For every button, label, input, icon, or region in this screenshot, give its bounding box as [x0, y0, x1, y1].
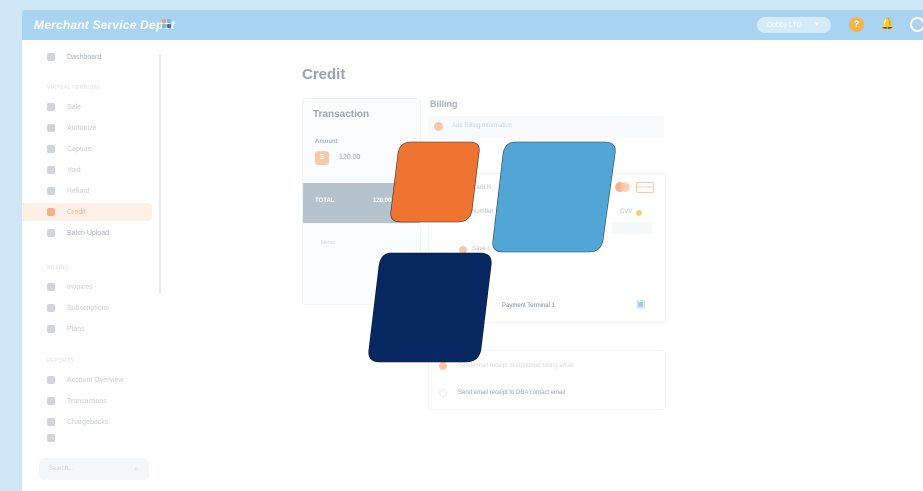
authorize-icon — [47, 124, 55, 132]
section-label-virtual-terminal: VIRTUAL TERMINAL — [47, 85, 101, 91]
billing-title: Billing — [430, 99, 458, 109]
sidebar-item-label: Invoices — [67, 283, 93, 291]
page-title: Credit — [302, 66, 346, 83]
receipt-dba-label: Send email receipt to DBA contact email — [458, 390, 566, 396]
sidebar-item-label: Plans — [67, 325, 85, 333]
sidebar-item-sale[interactable]: Sale — [22, 98, 152, 116]
amount-label: Amount — [315, 139, 338, 145]
more-icon — [47, 434, 55, 442]
sidebar-item-label: Credit — [67, 208, 86, 216]
sidebar-scrollbar[interactable] — [159, 54, 161, 294]
chevron-down-icon: ▼ — [813, 22, 820, 28]
list-icon — [47, 397, 55, 405]
sidebar-item-authorize[interactable]: Authorize — [22, 119, 152, 137]
sidebar-item-refund[interactable]: Refund — [22, 182, 152, 200]
sidebar-item-label: Capture — [67, 145, 92, 153]
discover-icon: DISCOVER — [636, 182, 654, 193]
search-icon: ⌕ — [134, 464, 139, 473]
void-icon — [47, 166, 55, 174]
amount-input[interactable]: 120.00 — [339, 154, 360, 161]
sidebar-item-label: Sale — [67, 103, 82, 111]
brand-name[interactable]: Merchant Service Depot — [34, 18, 175, 32]
sidebar-item-account-overview[interactable]: Account Overview — [22, 371, 152, 389]
invoice-icon — [47, 283, 55, 291]
org-selector-label: Dobby LTD — [767, 21, 802, 29]
total-value: 120.00 — [373, 198, 392, 204]
capture-icon — [47, 145, 55, 153]
section-label-reports: REPORTS — [47, 358, 74, 364]
transaction-title: Transaction — [313, 109, 370, 120]
sidebar-item-label: Chargebacks — [67, 418, 109, 426]
sidebar-item-credit[interactable]: Credit — [22, 203, 152, 221]
sidebar-item-label: Authorize — [67, 124, 97, 132]
sidebar-item-label: Dashboard — [67, 53, 102, 61]
total-label: TOTAL — [315, 198, 335, 204]
sidebar-item-label: Account Overview — [67, 376, 124, 384]
sidebar-item-label: Transactions — [67, 397, 107, 405]
card-number-label: Number — [472, 209, 494, 215]
app-window: Merchant Service Depot Dobby LTD ▼ ? 🔔 D… — [22, 10, 923, 491]
sale-icon — [47, 103, 55, 111]
bell-icon[interactable]: 🔔 — [880, 17, 895, 32]
sidebar-item-plans[interactable]: Plans — [22, 320, 152, 338]
question-icon[interactable]: ? — [849, 17, 864, 32]
sidebar-item-label: Subscriptions — [67, 304, 110, 312]
sidebar-item-capture[interactable]: Capture — [22, 140, 152, 158]
memo-placeholder: Memo — [321, 240, 335, 246]
home-icon — [47, 53, 55, 61]
sidebar-item-label: Refund — [67, 187, 90, 195]
add-billing-info-button[interactable]: Add Billing Information — [428, 116, 664, 138]
cvv-label: CVV — [620, 209, 633, 215]
sidebar-item-invoices[interactable]: Invoices — [22, 278, 152, 296]
sidebar-item-cutoff[interactable] — [22, 434, 152, 442]
chargeback-icon — [47, 418, 55, 426]
receipt-dba-radio[interactable] — [439, 389, 447, 397]
sidebar-item-dashboard[interactable]: Dashboard — [22, 48, 152, 66]
sidebar-item-subscriptions[interactable]: Subscriptions — [22, 299, 152, 317]
search-input[interactable]: Search... ⌕ — [39, 458, 149, 480]
total-bar: TOTAL 120.00 — [303, 183, 420, 223]
plus-icon — [434, 122, 443, 131]
card-label: Card N — [472, 185, 492, 191]
profile-icon[interactable] — [910, 17, 923, 32]
plans-icon — [47, 325, 55, 333]
sidebar-item-label: Batch Upload — [67, 229, 110, 237]
dollar-icon: $ — [315, 151, 329, 165]
sidebar-item-label: Void — [67, 166, 81, 174]
upload-icon — [47, 229, 55, 237]
subscription-icon — [47, 304, 55, 312]
chart-icon — [47, 376, 55, 384]
top-bar: Merchant Service Depot Dobby LTD ▼ ? 🔔 — [22, 10, 923, 40]
sidebar-item-transactions[interactable]: Transactions — [22, 392, 152, 410]
refund-icon — [47, 187, 55, 195]
sidebar-item-batch-upload[interactable]: Batch Upload — [22, 224, 152, 242]
receipt-customer-radio[interactable] — [439, 362, 447, 370]
brand-logo-icon — [162, 19, 172, 29]
receipt-panel — [428, 350, 666, 410]
section-label-billing: BILLING — [47, 265, 69, 271]
sidebar-item-chargebacks[interactable]: Chargebacks — [22, 413, 152, 431]
transaction-card: Transaction Amount $ 120.00 TOTAL 120.00 — [302, 98, 421, 224]
org-selector[interactable]: Dobby LTD ▼ — [757, 17, 831, 33]
search-placeholder: Search... — [49, 466, 74, 472]
info-icon — [636, 210, 642, 216]
add-billing-label: Add Billing Information — [452, 123, 513, 129]
mastercard-icon-overlap — [620, 182, 630, 192]
receipt-customer-label: Send email receipt to customer billing e… — [458, 363, 574, 369]
sidebar-item-void[interactable]: Void — [22, 161, 152, 179]
sidebar: Dashboard VIRTUAL TERMINAL Sale Authoriz… — [22, 40, 158, 491]
terminal-icon[interactable]: ▣ — [636, 299, 645, 310]
memo-field[interactable]: Memo — [302, 223, 421, 305]
payment-terminal-label[interactable]: Payment Terminal 1 — [502, 303, 555, 309]
save-card-label: Save c — [472, 246, 491, 252]
save-card-checkbox[interactable] — [459, 246, 467, 254]
credit-icon — [47, 208, 55, 216]
cvv-input[interactable] — [612, 222, 652, 234]
